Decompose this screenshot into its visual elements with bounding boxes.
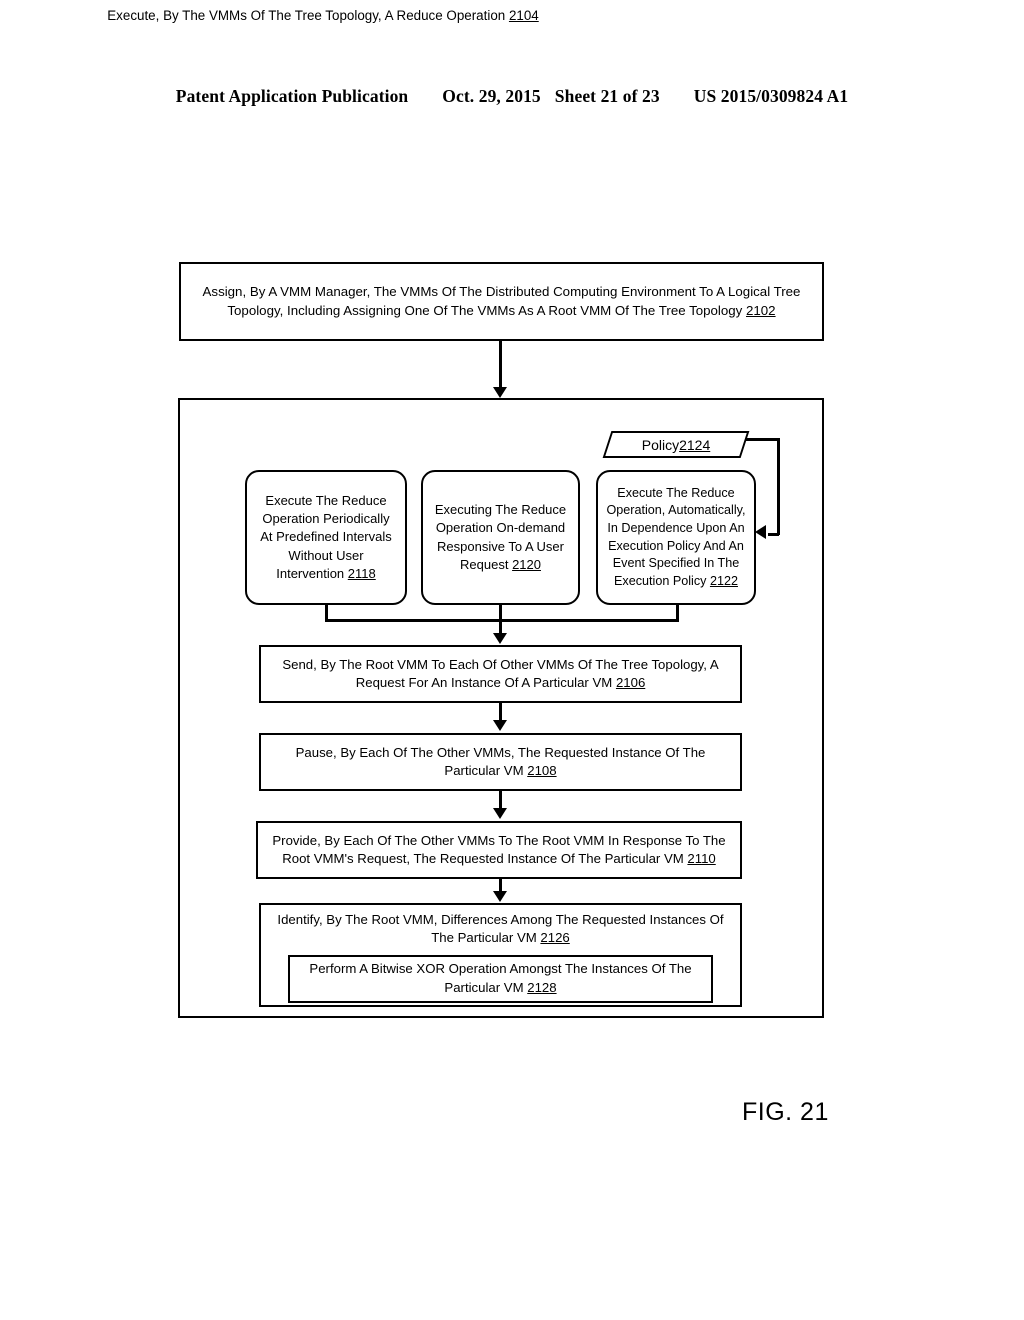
step-2108-text: Pause, By Each Of The Other VMMs, The Re… (295, 744, 706, 778)
connector-line (499, 341, 502, 388)
step-2106-text: Send, By The Root VMM To Each Of Other V… (282, 656, 719, 690)
step-2102-text: Assign, By A VMM Manager, The VMMs Of Th… (202, 283, 801, 318)
flowchart-step-2108: Pause, By Each Of The Other VMMs, The Re… (259, 733, 742, 791)
flowchart-step-2118: Execute The Reduce Operation Periodicall… (245, 470, 407, 605)
step-2110-text: Provide, By Each Of The Other VMMs To Th… (272, 832, 726, 866)
connector-line (768, 533, 779, 536)
step-2122-refnum: 2122 (709, 573, 738, 588)
step-2110-refnum: 2110 (687, 851, 716, 866)
flowchart-step-2128: Perform A Bitwise XOR Operation Amongst … (288, 954, 713, 1003)
arrowhead-icon (493, 720, 507, 731)
step-2118-refnum: 2118 (347, 565, 376, 581)
step-2124-refnum: 2124 (679, 436, 711, 453)
flowchart-step-2110: Provide, By Each Of The Other VMMs To Th… (256, 821, 742, 879)
step-2120-text: Executing The Reduce Operation On-demand… (434, 502, 567, 572)
step-2106-refnum: 2106 (615, 675, 646, 690)
flowchart-step-2106: Send, By The Root VMM To Each Of Other V… (259, 645, 742, 703)
arrowhead-icon (755, 525, 766, 539)
step-2104-refnum: 2104 (508, 8, 539, 23)
flowchart-step-2102: Assign, By A VMM Manager, The VMMs Of Th… (179, 262, 824, 341)
arrowhead-icon (493, 891, 507, 902)
arrowhead-icon (493, 633, 507, 644)
flowchart-figure: Assign, By A VMM Manager, The VMMs Of Th… (0, 0, 1024, 1320)
connector-line (745, 438, 780, 441)
step-2108-refnum: 2108 (527, 763, 557, 778)
policy-callout-2124: Policy 2124 (607, 431, 745, 458)
connector-line (499, 603, 502, 635)
step-2104-text: Execute, By The VMMs Of The Tree Topolog… (107, 8, 509, 23)
connector-line (325, 619, 679, 622)
step-2126-label: Identify, By The Root VMM, Differences A… (261, 905, 740, 948)
step-2128-text: Perform A Bitwise XOR Operation Amongst … (309, 961, 692, 995)
flowchart-step-2104-label: Execute, By The VMMs Of The Tree Topolog… (0, 8, 646, 23)
step-2120-refnum: 2120 (512, 556, 541, 572)
flowchart-step-2120: Executing The Reduce Operation On-demand… (421, 470, 580, 605)
arrowhead-icon (493, 387, 507, 398)
arrowhead-icon (493, 808, 507, 819)
figure-label: FIG. 21 (742, 1098, 829, 1126)
step-2128-refnum: 2128 (527, 979, 557, 995)
step-2102-refnum: 2102 (746, 302, 776, 318)
flowchart-step-2122: Execute The Reduce Operation, Automatica… (596, 470, 756, 605)
connector-line (777, 438, 780, 535)
step-2124-text: Policy (641, 436, 680, 453)
step-2126-refnum: 2126 (540, 930, 570, 946)
step-2122-text: Execute The Reduce Operation, Automatica… (606, 485, 746, 588)
step-2126-text: Identify, By The Root VMM, Differences A… (277, 912, 724, 946)
flowchart-step-2126: Identify, By The Root VMM, Differences A… (259, 903, 742, 1007)
